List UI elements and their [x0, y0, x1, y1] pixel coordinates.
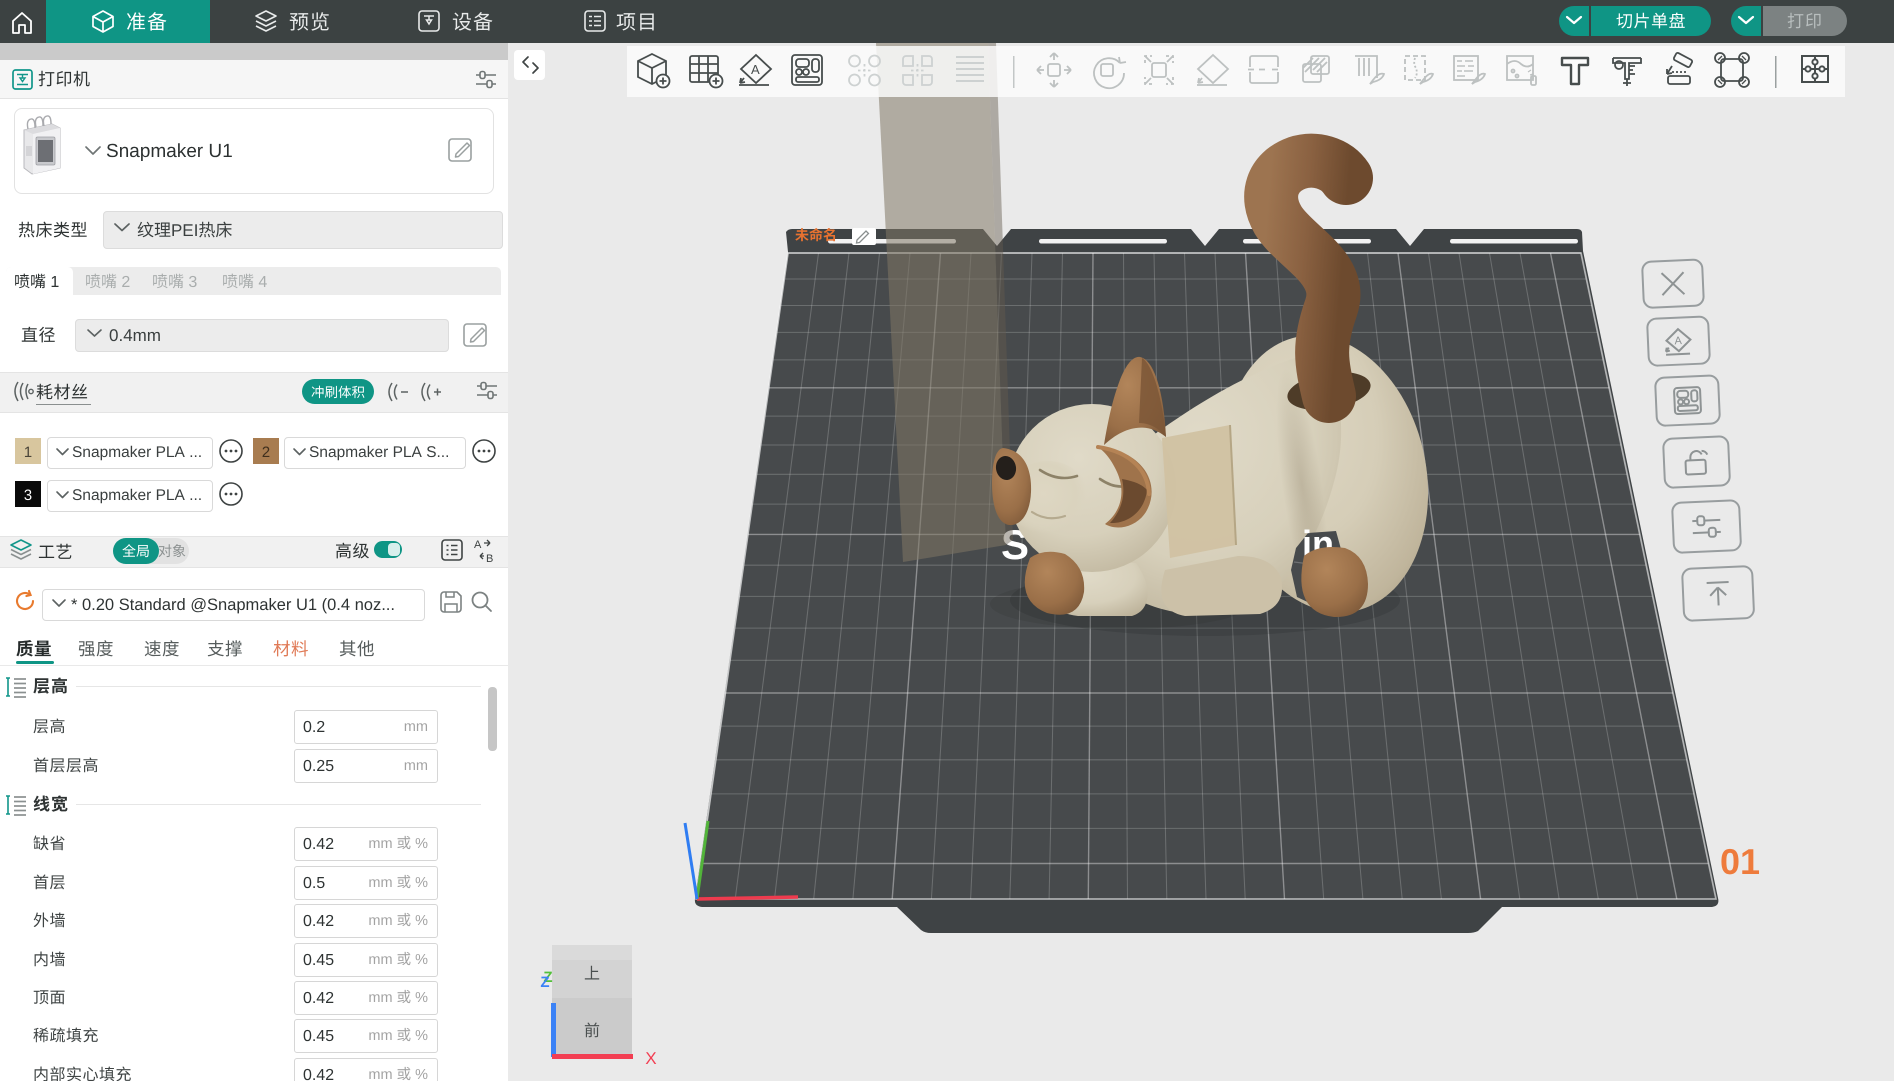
- svg-text:A: A: [751, 62, 760, 77]
- svg-text:A: A: [1674, 335, 1683, 347]
- svg-text:B: B: [486, 553, 493, 565]
- svg-text:A: A: [474, 539, 482, 551]
